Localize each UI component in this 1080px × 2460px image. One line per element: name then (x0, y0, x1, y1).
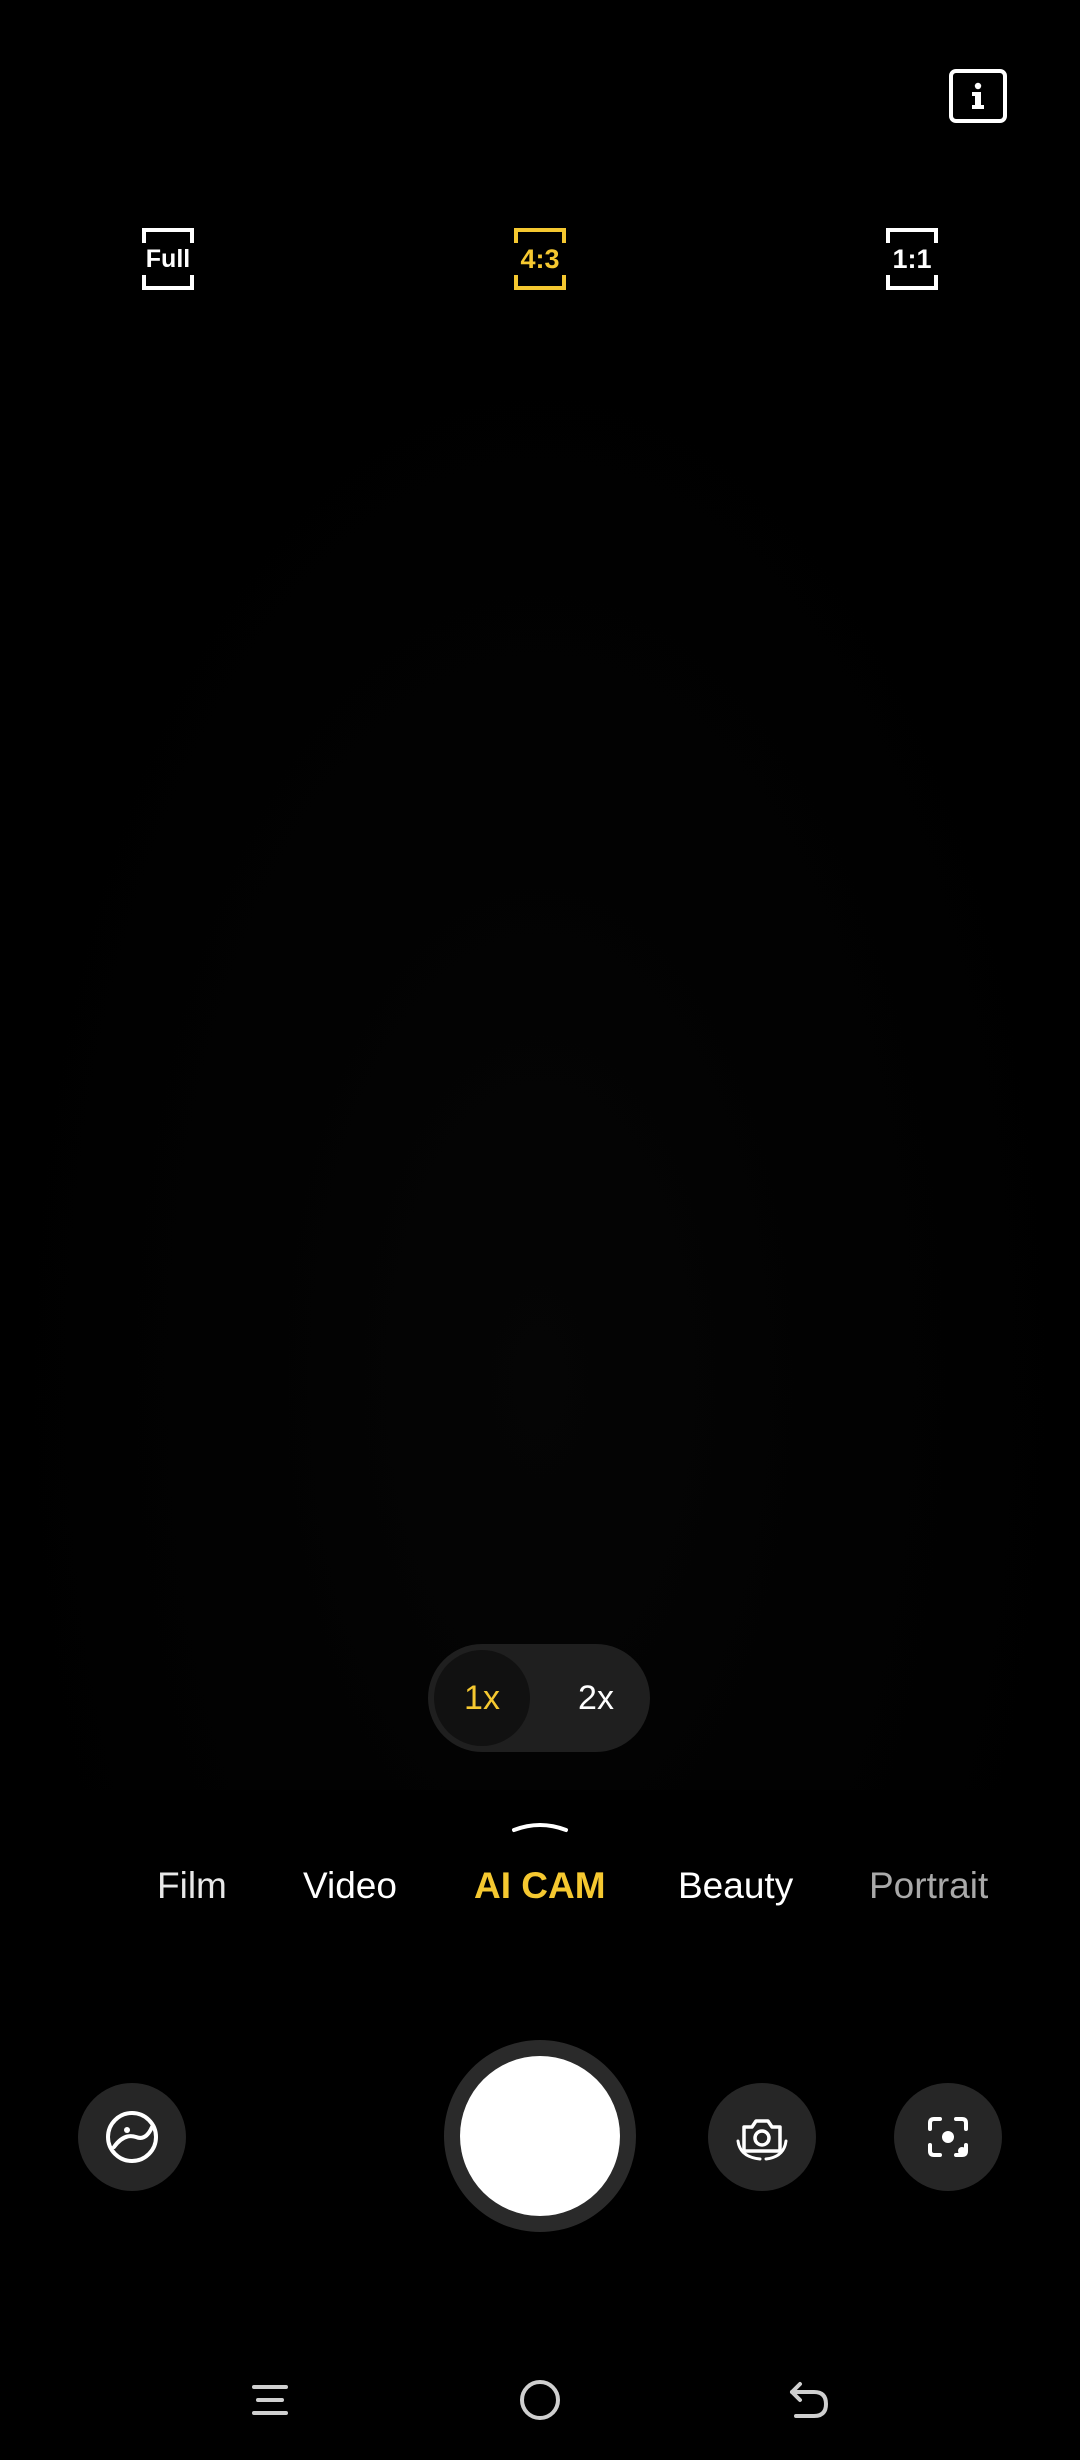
drawer-handle[interactable] (510, 1816, 570, 1836)
switch-camera-button[interactable] (708, 2083, 816, 2191)
google-lens-button[interactable] (894, 2083, 1002, 2191)
mode-portrait[interactable]: Portrait (869, 1860, 988, 1912)
aspect-ratio-full-button[interactable]: Full (141, 227, 195, 291)
zoom-1x-button[interactable]: 1x (434, 1650, 530, 1746)
menu-icon[interactable] (240, 2370, 300, 2430)
aspect-ratio-full-label: Full (145, 244, 191, 273)
aspect-ratio-1-1-label: 1:1 (892, 243, 932, 274)
filter-icon (106, 2111, 158, 2163)
zoom-2x-button[interactable]: 2x (548, 1650, 644, 1746)
mode-beauty[interactable]: Beauty (678, 1860, 793, 1912)
camera-viewfinder[interactable] (0, 330, 1080, 1790)
aspect-ratio-4-3-label: 4:3 (520, 243, 560, 274)
mode-film[interactable]: Film (157, 1860, 227, 1912)
home-icon[interactable] (510, 2370, 570, 2430)
switch-camera-icon (736, 2119, 788, 2161)
google-lens-icon (928, 2117, 968, 2157)
mode-ai-cam[interactable]: AI CAM (474, 1860, 606, 1912)
info-icon (972, 82, 984, 109)
mode-video[interactable]: Video (303, 1860, 397, 1912)
aspect-ratio-1-1-button[interactable]: 1:1 (885, 227, 939, 291)
info-button[interactable] (949, 69, 1007, 123)
shutter-button[interactable] (444, 2040, 636, 2232)
filter-button[interactable] (78, 2083, 186, 2191)
shutter-inner (460, 2056, 620, 2216)
aspect-ratio-4-3-button[interactable]: 4:3 (513, 227, 567, 291)
back-icon[interactable] (780, 2370, 840, 2430)
